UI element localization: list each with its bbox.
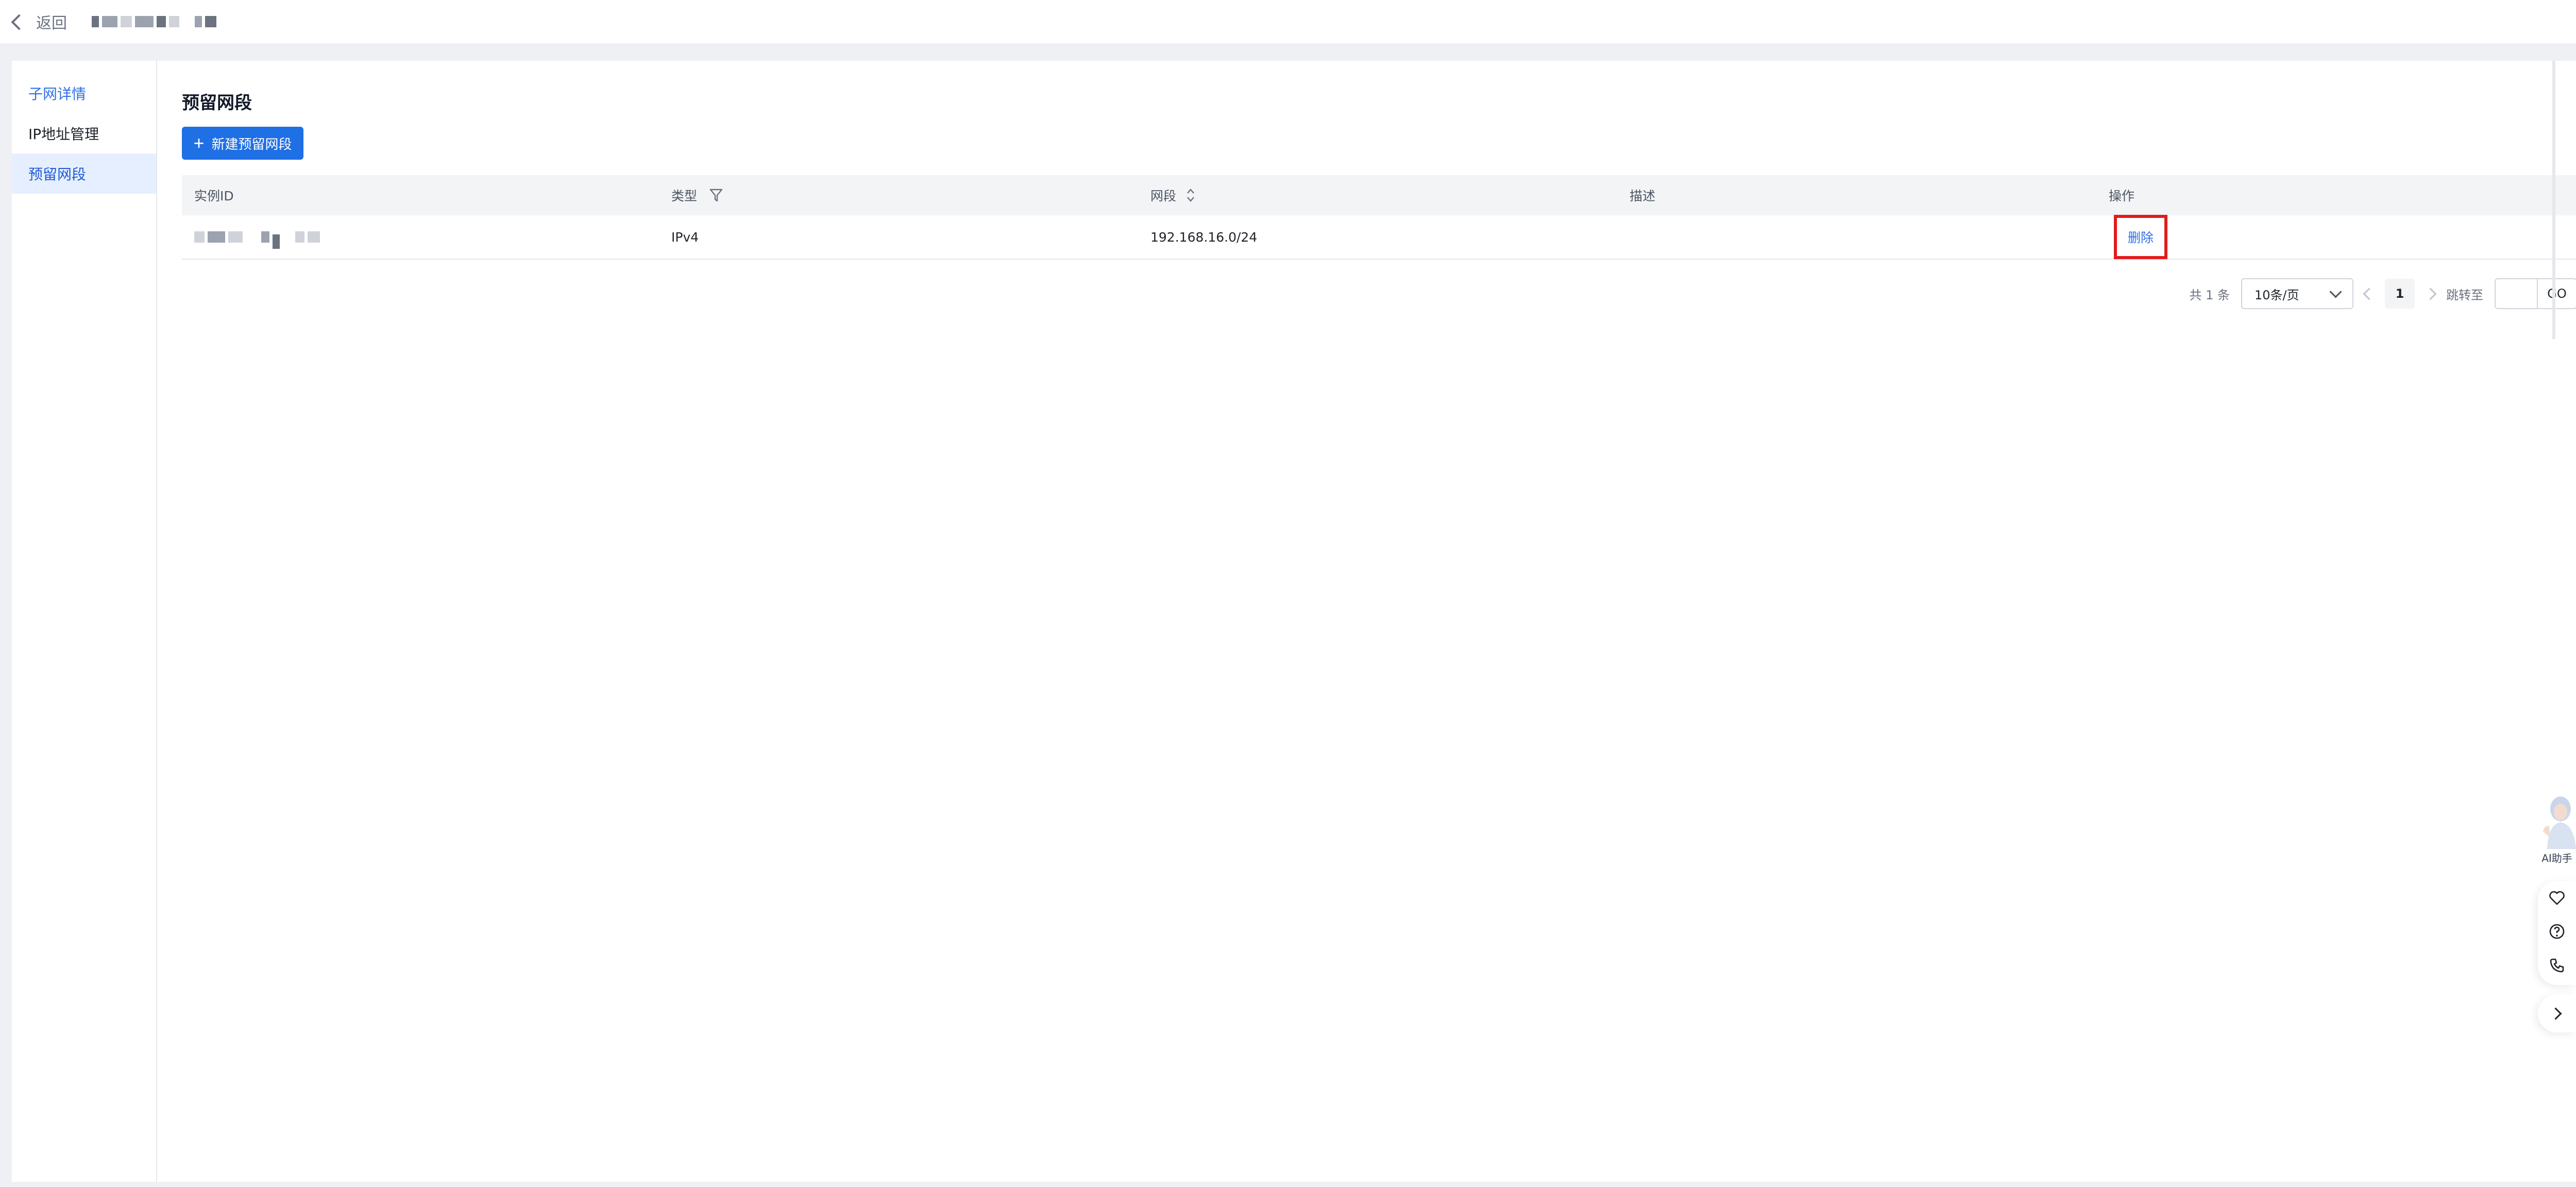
sidebar-item-ip-management[interactable]: IP地址管理: [12, 113, 156, 154]
column-header-actions: 操作: [2109, 189, 2135, 204]
tool-column: [2538, 881, 2576, 985]
delete-link[interactable]: 删除: [2128, 228, 2154, 246]
heart-icon[interactable]: [2549, 890, 2565, 908]
cell-actions: 删除: [2098, 215, 2576, 259]
back-label: 返回: [36, 14, 67, 32]
table-header: 实例ID 类型 网段 描述 操作: [182, 175, 2576, 215]
plus-icon: +: [193, 132, 205, 154]
go-button[interactable]: GO: [2537, 278, 2576, 309]
sidebar-item-label: 子网详情: [28, 86, 87, 103]
chevron-left-icon: [11, 14, 27, 30]
page-number-current[interactable]: 1: [2385, 279, 2415, 309]
top-bar: 返回: [0, 0, 2576, 43]
cell-instance-id: [182, 225, 661, 249]
jump-label: 跳转至: [2446, 287, 2483, 302]
reserved-ranges-table: 实例ID 类型 网段 描述 操作 IPv4 192.168.16.0/24 删除: [182, 175, 2576, 260]
instance-id-masked: [194, 225, 661, 249]
phone-icon[interactable]: [2549, 957, 2565, 976]
main-content: 预留网段 + 新建预留网段 实例ID 类型 网段 描述 操作 IPv4 192.…: [157, 61, 2576, 1182]
column-header-label: 类型: [671, 189, 698, 204]
column-header-description: 描述: [1630, 189, 1656, 204]
prev-page-icon[interactable]: [2363, 287, 2376, 300]
total-count: 共 1 条: [2189, 287, 2230, 302]
back-button[interactable]: 返回: [11, 10, 67, 33]
sidebar-item-label: IP地址管理: [28, 126, 99, 143]
delete-highlight-box: 删除: [2114, 215, 2167, 259]
page-title: 预留网段: [182, 93, 252, 113]
resource-name-masked: [92, 16, 216, 27]
scrollbar[interactable]: [2552, 61, 2555, 339]
chevron-right-icon: [2549, 1007, 2562, 1020]
floating-tool-panel: AI助手: [2538, 788, 2576, 1032]
cell-type: IPv4: [671, 229, 699, 245]
sort-icon[interactable]: [1185, 188, 1196, 203]
pagination: 共 1 条 10条/页 1 跳转至 GO: [2189, 278, 2576, 309]
page-size-select[interactable]: 10条/页: [2241, 278, 2353, 309]
new-reserved-range-button[interactable]: + 新建预留网段: [182, 127, 303, 160]
sidebar-item-reserved-ranges[interactable]: 预留网段: [12, 154, 156, 194]
ai-assistant-label: AI助手: [2541, 852, 2572, 864]
column-header-label: 网段: [1150, 189, 1177, 204]
column-header-cidr: 网段: [1140, 186, 1619, 205]
jump-page-input[interactable]: [2495, 278, 2537, 309]
sidebar-item-subnet-details[interactable]: 子网详情: [12, 73, 156, 113]
page-size-value: 10条/页: [2255, 287, 2299, 302]
column-header-type: 类型: [661, 186, 1140, 205]
ai-assistant-avatar[interactable]: [2538, 788, 2576, 850]
sidebar-item-label: 预留网段: [28, 166, 87, 183]
filter-icon[interactable]: [709, 188, 723, 202]
chevron-down-icon: [2329, 285, 2342, 298]
column-header-instance-id: 实例ID: [194, 189, 234, 204]
next-page-icon[interactable]: [2424, 287, 2437, 300]
help-icon[interactable]: [2549, 923, 2565, 942]
sidebar: 子网详情 IP地址管理 预留网段: [12, 61, 157, 1182]
table-row: IPv4 192.168.16.0/24 删除: [182, 215, 2576, 260]
new-button-label: 新建预留网段: [211, 136, 292, 152]
collapse-panel-button[interactable]: [2538, 994, 2576, 1032]
cell-cidr: 192.168.16.0/24: [1150, 229, 1258, 245]
